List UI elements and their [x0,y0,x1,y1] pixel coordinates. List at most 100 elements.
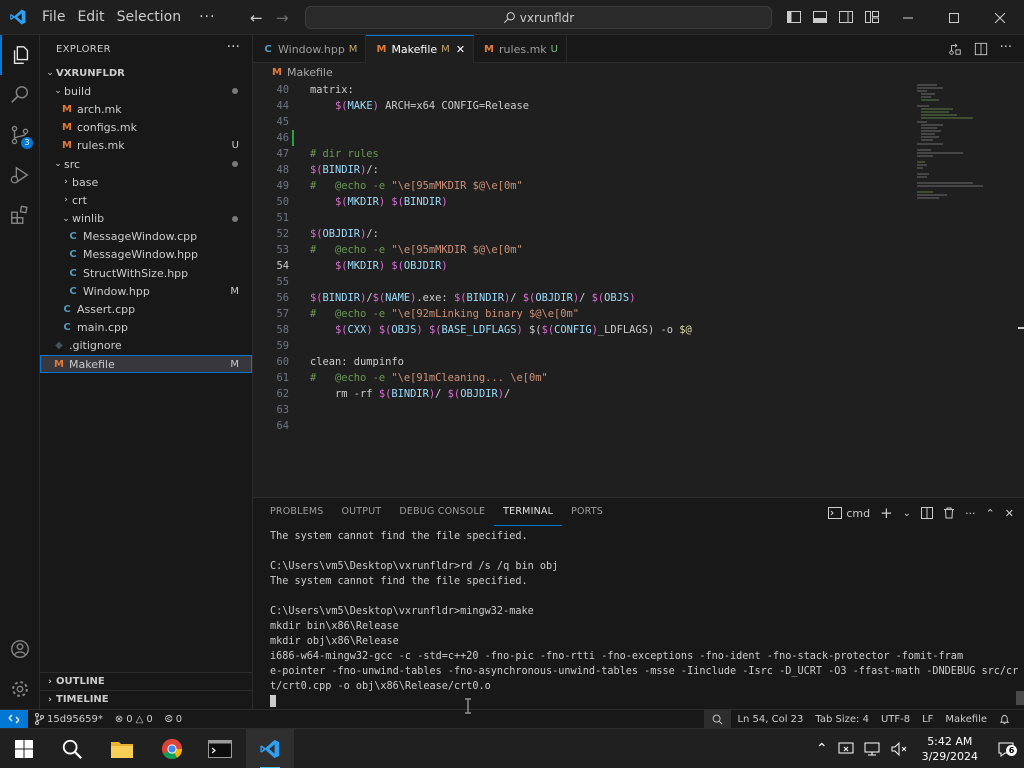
code-line[interactable]: 45 [253,114,903,130]
file-rules-mk[interactable]: M rules.mk U [40,137,252,155]
terminal-shell-select[interactable]: cmd [828,507,870,520]
extensions-icon[interactable] [0,195,40,235]
ethernet-icon[interactable] [864,741,882,757]
outline-section[interactable]: › OUTLINE [40,672,252,690]
back-arrow-icon[interactable]: ← [250,9,263,27]
zoom-icon[interactable] [704,710,732,729]
file-messagewindow-cpp[interactable]: C MessageWindow.cpp [40,228,252,246]
command-center-search[interactable]: vxrunfldr [305,6,772,29]
chevron-down-icon[interactable]: ⌄ [903,508,911,519]
code-line[interactable]: 61 # @echo -e "\e[91mCleaning... \e[0m" [253,370,903,386]
code-line[interactable]: 59 [253,338,903,354]
menu-selection[interactable]: Selection [111,0,188,35]
chevron-up-icon[interactable]: ⌃ [810,741,834,757]
file-messagewindow-hpp[interactable]: C MessageWindow.hpp [40,246,252,264]
code-line[interactable]: 54 $(MKDIR) $(OBJDIR) [253,258,903,274]
network-status-icon[interactable] [838,741,856,757]
tab-size[interactable]: Tab Size: 4 [809,714,875,725]
tab-terminal[interactable]: TERMINAL [494,498,563,526]
maximize-icon[interactable] [931,0,977,35]
problems-status[interactable]: ⊗ 0 △ 0 [109,714,159,725]
windows-start-icon[interactable] [0,729,48,768]
volume-muted-icon[interactable] [890,741,908,757]
editor-more-icon[interactable]: ··· [1000,41,1012,56]
tab-problems[interactable]: PROBLEMS [261,498,332,526]
taskbar-clock[interactable]: 5:42 AM 3/29/2024 [912,734,988,764]
notification-center-icon[interactable]: 6 [988,740,1024,758]
tab-makefile[interactable]: M Makefile M ✕ [366,35,475,63]
close-window-icon[interactable] [977,0,1023,35]
folder-build[interactable]: ⌄ build [40,82,252,100]
code-line[interactable]: 57 # @echo -e "\e[92mLinking binary $@\e[… [253,306,903,322]
customize-layout-icon[interactable] [864,9,880,25]
toggle-panel-icon[interactable] [812,9,828,25]
menu-edit[interactable]: Edit [71,0,110,35]
file-main-cpp[interactable]: C main.cpp [40,319,252,337]
file-assert-cpp[interactable]: C Assert.cpp [40,300,252,318]
panel-more-icon[interactable]: ··· [965,507,976,520]
tab-rules-mk[interactable]: M rules.mk U [474,35,567,63]
terminal-app-icon[interactable] [196,729,244,768]
code-editor[interactable]: 40 matrix: 44 $(MAKE) ARCH=x64 CONFIG=Rele… [253,82,1024,496]
folder-crt[interactable]: › crt [40,191,252,209]
folder-winlib[interactable]: ⌄ winlib [40,210,252,228]
taskbar-search-icon[interactable] [48,729,96,768]
code-line[interactable]: 46 [253,130,903,146]
vscode-taskbar-icon[interactable] [246,729,294,768]
chrome-icon[interactable] [148,729,196,768]
overview-ruler[interactable] [1018,82,1024,496]
language-mode[interactable]: Makefile [939,714,993,725]
file-window-hpp[interactable]: C Window.hpp M [40,282,252,300]
accounts-icon[interactable] [0,629,40,669]
code-line[interactable]: 48 $(BINDIR)/: [253,162,903,178]
toggle-primary-sidebar-icon[interactable] [786,9,802,25]
breadcrumb[interactable]: M Makefile [253,63,1024,82]
maximize-panel-icon[interactable]: ⌃ [986,507,995,520]
tab-window-hpp[interactable]: C Window.hpp M [253,35,367,63]
code-line[interactable]: 53 # @echo -e "\e[95mMKDIR $@\e[0m" [253,242,903,258]
encoding[interactable]: UTF-8 [875,714,916,725]
tab-debug-console[interactable]: DEBUG CONSOLE [390,498,494,526]
minimap[interactable] [913,82,1013,212]
cursor-position[interactable]: Ln 54, Col 23 [731,714,809,725]
code-line[interactable]: 40 matrix: [253,82,903,98]
code-line[interactable]: 50 $(MKDIR) $(BINDIR) [253,194,903,210]
code-line[interactable]: 63 [253,402,903,418]
forward-arrow-icon[interactable]: → [276,9,289,27]
timeline-section[interactable]: › TIMELINE [40,690,252,708]
new-terminal-icon[interactable]: + [880,504,893,522]
explorer-icon[interactable] [0,35,40,75]
code-line[interactable]: 62 rm -rf $(BINDIR)/ $(OBJDIR)/ [253,386,903,402]
code-line[interactable]: 52 $(OBJDIR)/: [253,226,903,242]
file-configs-mk[interactable]: M configs.mk [40,119,252,137]
file-makefile[interactable]: M Makefile M [40,355,252,374]
trash-icon[interactable] [943,507,955,519]
root-folder[interactable]: ⌄ VXRUNFLDR [40,64,252,82]
close-panel-icon[interactable]: ✕ [1005,507,1014,520]
toggle-secondary-sidebar-icon[interactable] [838,9,854,25]
folder-src[interactable]: ⌄ src [40,155,252,173]
code-line[interactable]: 51 [253,210,903,226]
source-control-icon[interactable]: 3 [0,115,40,155]
explorer-more-icon[interactable]: ··· [227,39,240,55]
branch-status[interactable]: 15d95659* [28,713,109,725]
menu-more-icon[interactable]: ··· [187,9,227,25]
ports-status[interactable]: ⧀ 0 [159,714,188,725]
code-line[interactable]: 55 [253,274,903,290]
code-line[interactable]: 44 $(MAKE) ARCH=x64 CONFIG=Release [253,98,903,114]
menu-file[interactable]: File [36,0,71,35]
run-debug-icon[interactable] [0,155,40,195]
manage-gear-icon[interactable] [0,669,40,709]
file-gitignore[interactable]: ◆ .gitignore [40,337,252,355]
terminal-scrollbar[interactable] [1016,691,1024,705]
folder-base[interactable]: › base [40,173,252,191]
code-line[interactable]: 64 [253,418,903,434]
split-editor-icon[interactable] [974,42,988,56]
notifications-bell-icon[interactable] [993,714,1016,725]
code-line[interactable]: 58 $(CXX) $(OBJS) $(BASE_LDFLAGS) $($(CO… [253,322,903,338]
file-explorer-icon[interactable] [98,729,146,768]
close-tab-icon[interactable]: ✕ [456,43,465,56]
open-changes-icon[interactable] [948,42,962,56]
search-view-icon[interactable] [0,75,40,115]
file-structwithsize-hpp[interactable]: C StructWithSize.hpp [40,264,252,282]
